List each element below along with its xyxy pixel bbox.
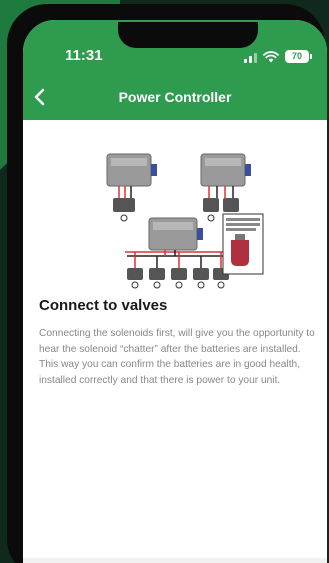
app-header: 11:31 70 Power Controller [23, 20, 327, 120]
section-description: Connecting the solenoids first, will giv… [39, 328, 315, 386]
status-time: 11:31 [65, 47, 103, 64]
device-notch [118, 22, 258, 48]
bottom-bar [23, 558, 327, 563]
controller-unit-left [106, 153, 157, 222]
instruction-section: Connect to valves Connecting the solenoi… [39, 297, 319, 388]
battery-icon: 70 [285, 50, 312, 63]
phone-frame: 11:31 70 Power Controller Connect to val… [7, 4, 327, 563]
wire-connector-inset [222, 213, 264, 275]
app-screen: 11:31 70 Power Controller Connect to val… [23, 20, 327, 563]
signal-icon [244, 51, 257, 63]
controller-unit-center [125, 217, 229, 289]
navigation-bar: Power Controller [23, 82, 327, 112]
status-icons: 70 [244, 50, 312, 63]
page-title: Power Controller [118, 89, 232, 105]
controller-unit-right [200, 153, 251, 222]
valve-wiring-diagram [106, 153, 264, 289]
section-heading: Connect to valves [39, 297, 168, 314]
wifi-icon [263, 50, 279, 62]
